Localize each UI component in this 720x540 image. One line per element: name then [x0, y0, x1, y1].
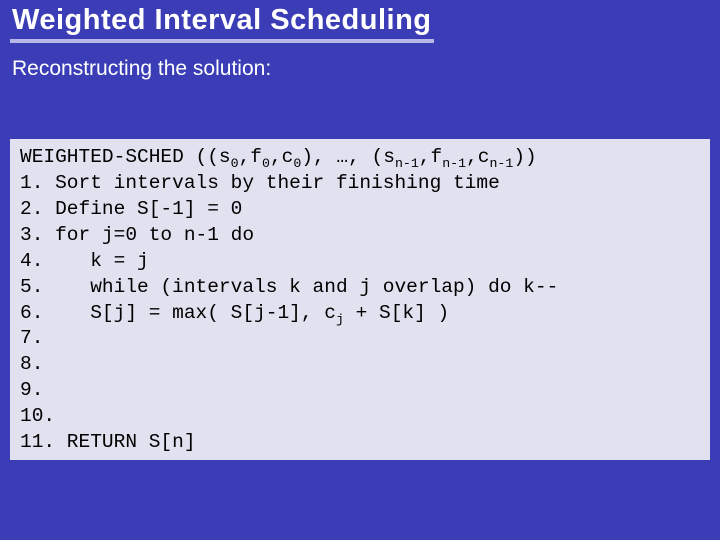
code-line-11: 11. RETURN S[n]	[20, 430, 700, 456]
sub: 0	[262, 156, 270, 171]
code-line-3: 3. for j=0 to n-1 do	[20, 223, 700, 249]
t: ,f	[239, 146, 262, 168]
t: ))	[513, 146, 536, 168]
t: ), …, (s	[301, 146, 395, 168]
title-text: Weighted Interval Scheduling	[10, 4, 434, 43]
code-line-2: 2. Define S[-1] = 0	[20, 197, 700, 223]
code-line-8: 8.	[20, 352, 700, 378]
slide: Weighted Interval Scheduling Reconstruct…	[0, 0, 720, 540]
code-block: WEIGHTED-SCHED ((s0,f0,c0), …, (sn-1,fn-…	[10, 139, 710, 460]
t: ,f	[419, 146, 442, 168]
sub: n-1	[395, 156, 419, 171]
sub: n-1	[442, 156, 466, 171]
code-line-4: 4. k = j	[20, 249, 700, 275]
code-header: WEIGHTED-SCHED ((s0,f0,c0), …, (sn-1,fn-…	[20, 145, 700, 171]
sub: n-1	[489, 156, 513, 171]
code-line-1: 1. Sort intervals by their finishing tim…	[20, 171, 700, 197]
code-line-9: 9.	[20, 378, 700, 404]
code-line-5: 5. while (intervals k and j overlap) do …	[20, 275, 700, 301]
t: ,c	[466, 146, 489, 168]
t: WEIGHTED-SCHED ((s	[20, 146, 231, 168]
t: 6. S[j] = max( S[j-1], c	[20, 302, 336, 324]
t: + S[k] )	[344, 302, 449, 324]
code-line-7: 7.	[20, 326, 700, 352]
code-line-6: 6. S[j] = max( S[j-1], cj + S[k] )	[20, 301, 700, 327]
t: ,c	[270, 146, 293, 168]
sub: 0	[231, 156, 239, 171]
slide-subtitle: Reconstructing the solution:	[12, 57, 710, 81]
code-line-10: 10.	[20, 404, 700, 430]
sub: j	[336, 311, 344, 326]
slide-title: Weighted Interval Scheduling	[10, 4, 710, 45]
